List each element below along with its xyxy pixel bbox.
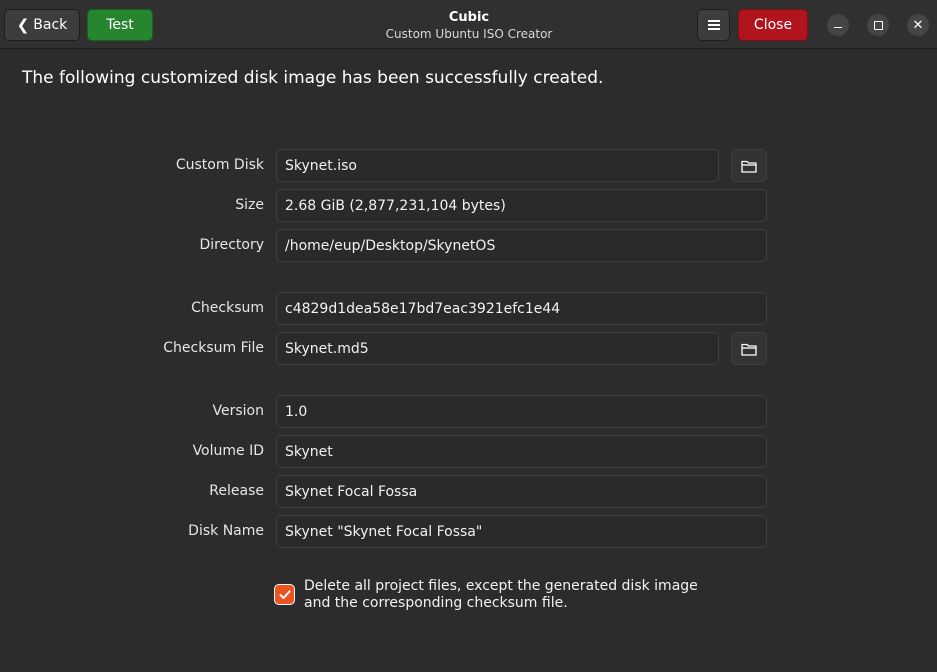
minimize-icon [834,26,842,29]
chevron-left-icon: ❮ [16,15,30,34]
window-title: Cubic [448,10,490,25]
volume-id-label: Volume ID [192,443,264,459]
size-field[interactable]: 2.68 GiB (2,877,231,104 bytes) [276,189,767,222]
window-titles: Cubic Custom Ubuntu ISO Creator [369,9,569,42]
test-button[interactable]: Test [87,9,153,41]
checksum-file-folder-button[interactable] [731,332,767,365]
maximize-icon [873,20,883,30]
close-window-button[interactable]: ✕ [907,14,929,36]
cubic-window: ❮ Back Test Cubic Custom Ubuntu ISO Crea… [0,0,937,672]
checksum-file-field[interactable]: Skynet.md5 [276,332,719,365]
header-bar: ❮ Back Test Cubic Custom Ubuntu ISO Crea… [0,0,937,49]
folder-icon [741,343,757,356]
version-field[interactable]: 1.0 [276,395,767,428]
close-icon: ✕ [912,17,924,33]
maximize-window-button[interactable] [867,14,889,36]
folder-icon [741,160,757,173]
hamburger-menu-icon [707,20,720,30]
checksum-label: Checksum [191,300,264,316]
delete-project-files-label[interactable]: Delete all project files, except the gen… [304,578,724,612]
delete-project-files-checkbox[interactable] [274,584,295,605]
custom-disk-field[interactable]: Skynet.iso [276,149,719,182]
checksum-file-label: Checksum File [163,340,264,356]
release-label: Release [209,483,264,499]
test-button-label: Test [106,17,134,33]
window-subtitle: Custom Ubuntu ISO Creator [385,27,553,41]
minimize-window-button[interactable] [827,14,849,36]
close-button-label: Close [753,17,793,33]
checksum-field[interactable]: c4829d1dea58e17bd7eac3921efc1e44 [276,292,767,325]
directory-label: Directory [199,237,264,253]
directory-field[interactable]: /home/eup/Desktop/SkynetOS [276,229,767,262]
close-project-button[interactable]: Close [738,9,808,41]
volume-id-field[interactable]: Skynet [276,435,767,468]
size-label: Size [235,197,264,213]
disk-name-field[interactable]: Skynet "Skynet Focal Fossa" [276,515,767,548]
back-button[interactable]: ❮ Back [4,9,80,41]
version-label: Version [212,403,264,419]
checkmark-icon [279,590,290,599]
release-field[interactable]: Skynet Focal Fossa [276,475,767,508]
back-button-label: Back [33,17,68,33]
menu-button[interactable] [697,9,730,41]
custom-disk-label: Custom Disk [175,157,264,173]
custom-disk-folder-button[interactable] [731,149,767,182]
success-message: The following customized disk image has … [22,68,604,88]
disk-name-label: Disk Name [188,523,264,539]
